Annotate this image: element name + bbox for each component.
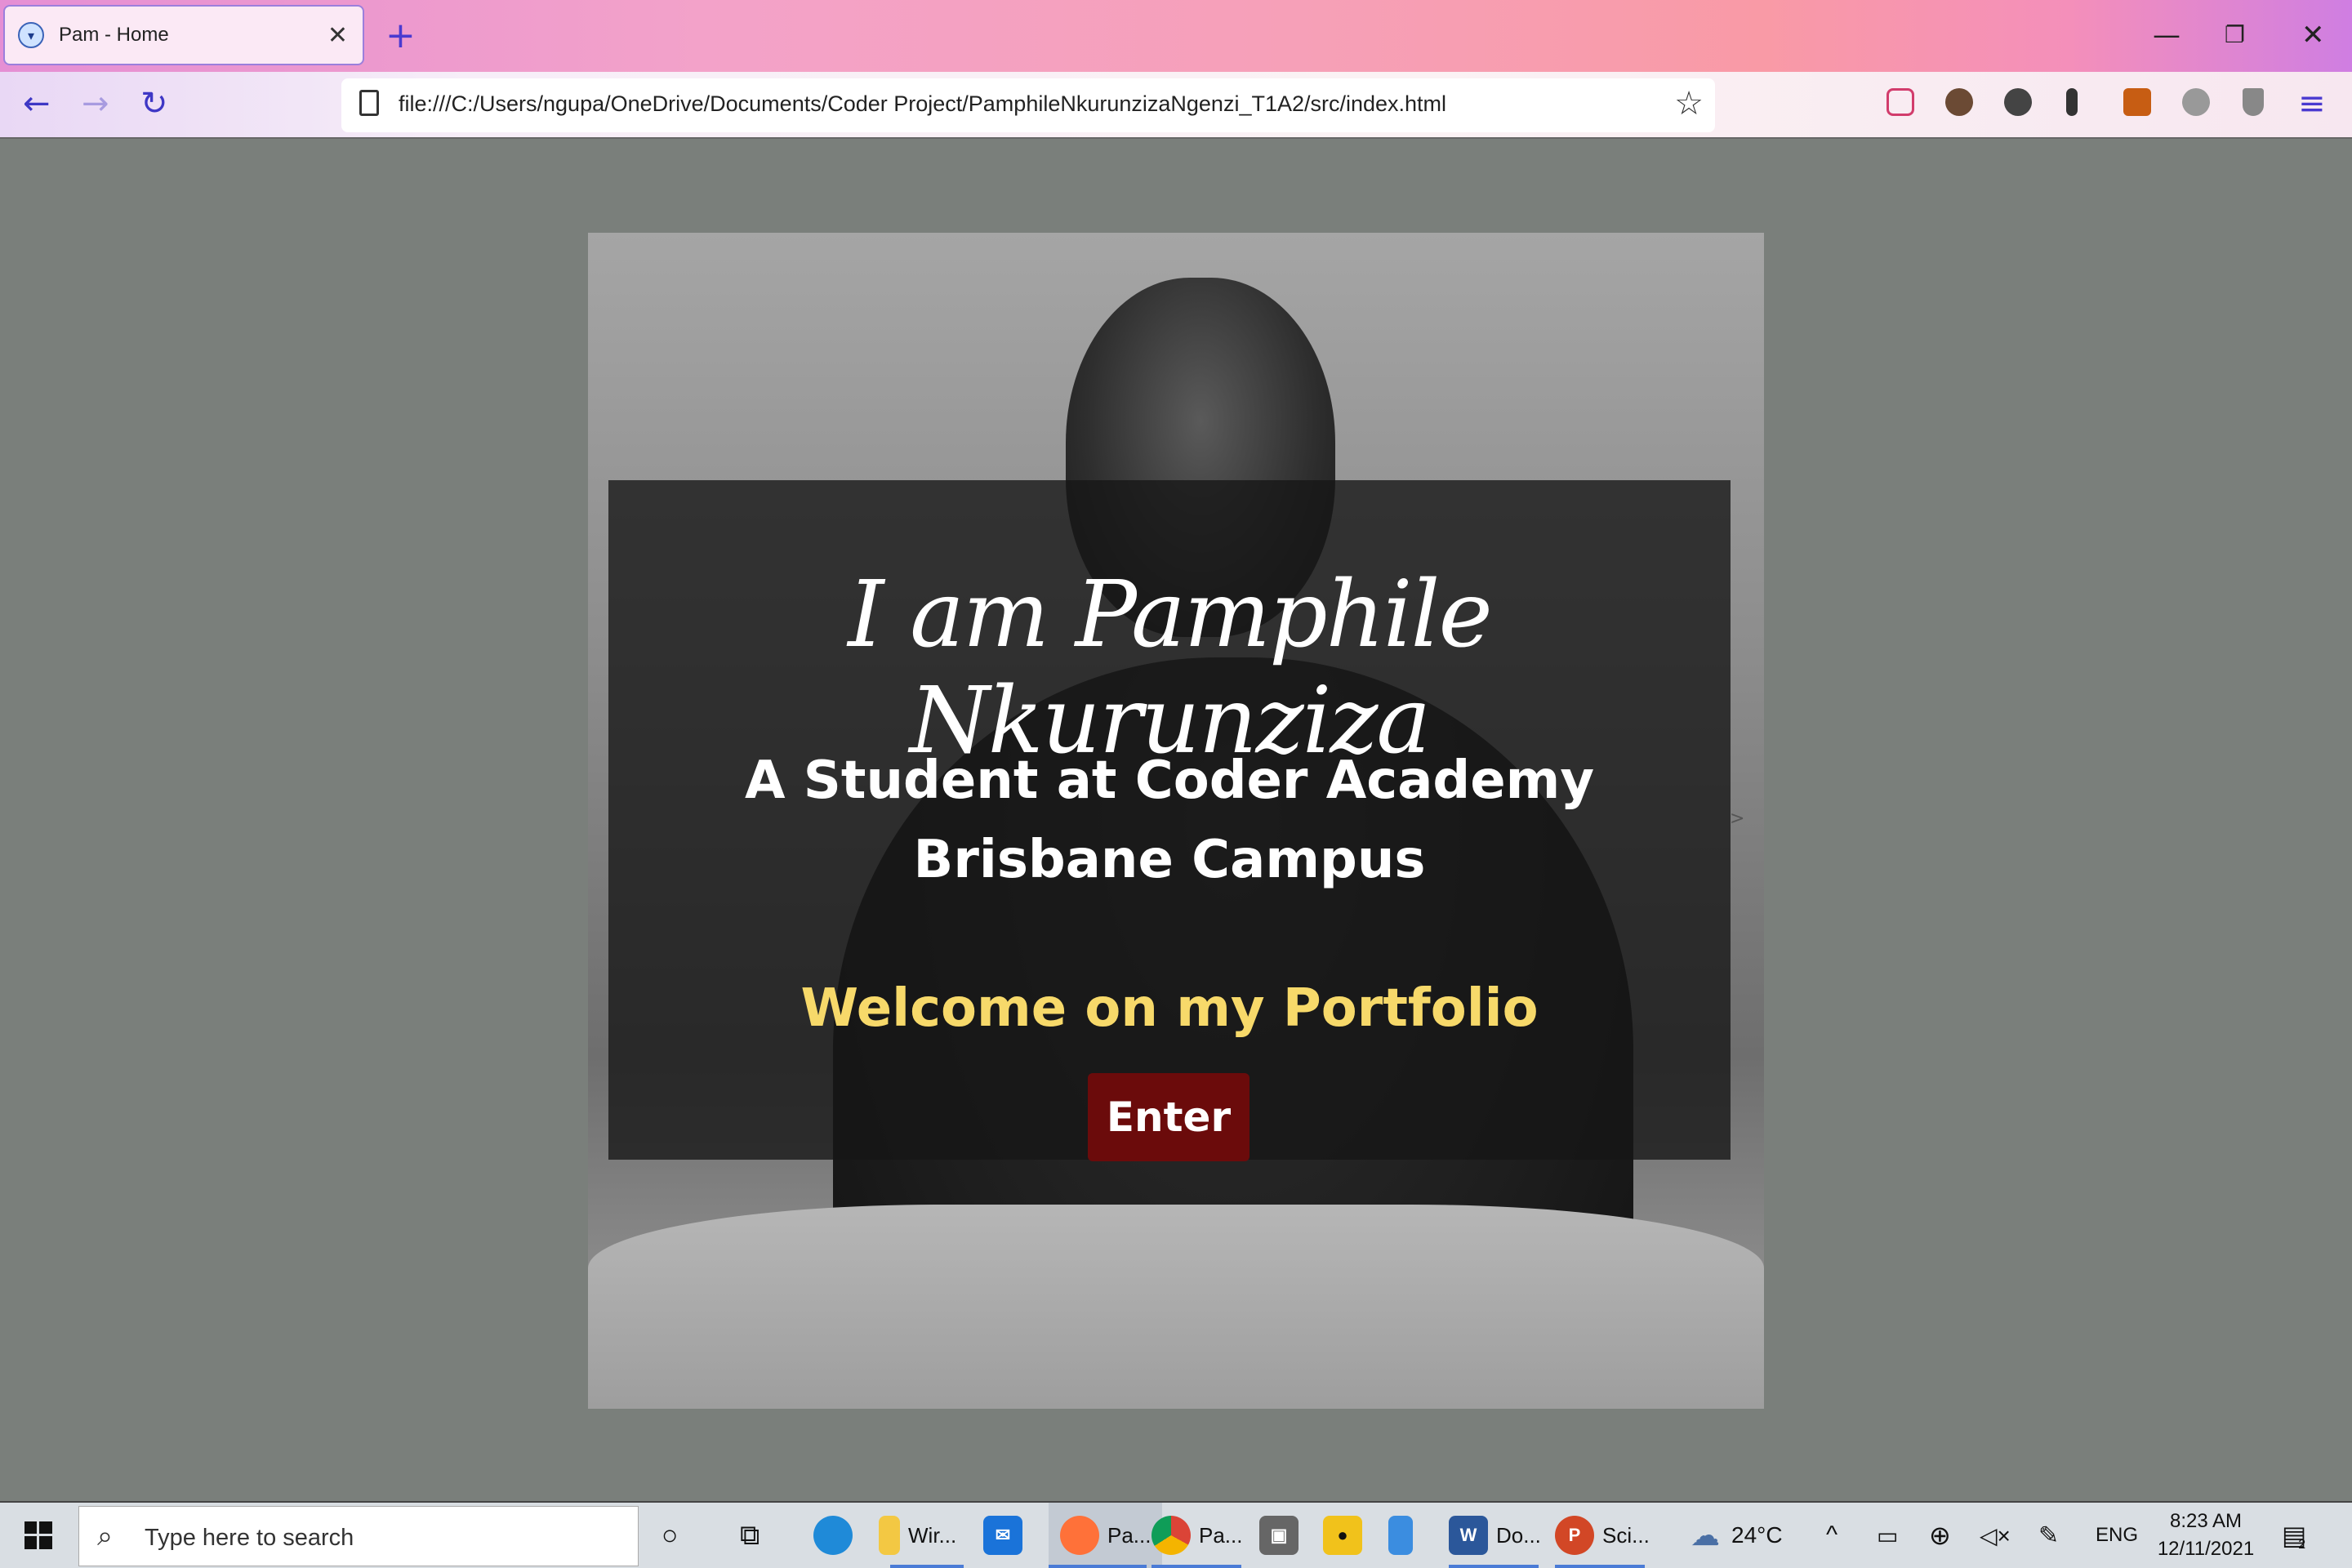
bookmark-star-icon[interactable]: ☆ — [1674, 83, 1704, 124]
chrome-button[interactable]: Pa... — [1152, 1503, 1242, 1568]
stray-character: > — [1730, 808, 1745, 829]
pocket-icon[interactable] — [1886, 88, 1914, 116]
photo-foreground — [588, 1205, 1764, 1409]
active-indicator — [1555, 1565, 1645, 1568]
powerpoint-icon: P — [1555, 1516, 1594, 1555]
close-window-button[interactable]: ✕ — [2301, 15, 2325, 56]
mail-icon[interactable]: ✉ — [983, 1503, 1022, 1568]
language-indicator[interactable]: ENG — [2096, 1503, 2138, 1568]
firefox-label: Pa... — [1107, 1522, 1152, 1548]
firefox-button[interactable]: Pa... — [1049, 1503, 1163, 1568]
windows-logo-icon — [24, 1521, 52, 1549]
notifications-button[interactable]: ▤ 2 — [2282, 1503, 2306, 1568]
clock-time: 8:23 AM — [2169, 1510, 2243, 1532]
word-icon: W — [1449, 1516, 1488, 1555]
search-icon: ⌕ — [97, 1520, 114, 1552]
gear-extension-icon[interactable] — [2182, 88, 2210, 116]
page-viewport: I am Pamphile Nkurunziza A Student at Co… — [0, 139, 2352, 1501]
reload-button[interactable]: ↻ — [140, 83, 168, 124]
active-indicator — [1049, 1565, 1147, 1568]
word-label: Do... — [1496, 1522, 1541, 1548]
powerpoint-label: Sci... — [1602, 1522, 1650, 1548]
firefox-icon — [1060, 1516, 1099, 1555]
clock-date: 12/11/2021 — [2157, 1538, 2255, 1560]
hero-overlay: I am Pamphile Nkurunziza A Student at Co… — [608, 480, 1731, 1161]
search-placeholder: Type here to search — [145, 1525, 354, 1551]
notification-count: 2 — [2298, 1538, 2306, 1552]
tab-pam-home[interactable]: ▾ Pam - Home ✕ — [3, 5, 364, 65]
active-indicator — [890, 1565, 964, 1568]
clock[interactable]: 8:23 AM 12/11/2021 — [2156, 1503, 2256, 1568]
active-indicator — [1449, 1565, 1539, 1568]
tab-favicon-icon: ▾ — [18, 22, 44, 48]
chrome-label: Pa... — [1199, 1522, 1243, 1548]
chevron-up-icon[interactable]: ^ — [1826, 1503, 1838, 1568]
mute-icon[interactable]: ◁× — [1980, 1503, 2011, 1568]
subtitle-line-1: A Student at Coder Academy — [744, 751, 1595, 811]
file-explorer-label: Wir... — [908, 1522, 957, 1548]
dictionary-icon[interactable] — [2123, 88, 2151, 116]
app-menu-button[interactable]: ≡ — [2298, 83, 2326, 124]
active-indicator — [1152, 1565, 1241, 1568]
store-icon[interactable]: ▣ — [1259, 1503, 1298, 1568]
app-yellow-icon[interactable]: ● — [1323, 1503, 1362, 1568]
forward-button[interactable]: → — [82, 83, 109, 124]
subtitle-line-2: Brisbane Campus — [913, 830, 1426, 890]
file-explorer-icon — [879, 1516, 900, 1555]
edge-icon[interactable] — [813, 1503, 853, 1568]
avatar-extension-icon[interactable] — [1945, 88, 1973, 116]
battery-icon[interactable]: ▭ — [1877, 1503, 1898, 1568]
key-icon[interactable] — [2066, 88, 2078, 116]
start-button[interactable] — [24, 1503, 52, 1568]
globe-icon[interactable]: ⊕ — [1929, 1503, 1951, 1568]
new-tab-button[interactable]: + — [385, 13, 416, 59]
url-text[interactable]: file:///C:/Users/ngupa/OneDrive/Document… — [399, 91, 1446, 117]
notepad-icon[interactable] — [1388, 1503, 1413, 1568]
taskbar: ⌕ Type here to search ○ ⧉ Wir... ✉ Pa...… — [0, 1501, 2352, 1568]
extension-icon[interactable] — [2004, 88, 2032, 116]
cloud-rain-icon: ☁ — [1690, 1518, 1720, 1552]
title-bar: ▾ Pam - Home ✕ + — ❐ ✕ — [0, 0, 2352, 72]
pen-icon[interactable]: ✎ — [2038, 1503, 2059, 1568]
file-explorer-button[interactable]: Wir... — [879, 1503, 956, 1568]
weather-widget[interactable]: ☁ 24°C — [1690, 1503, 1783, 1568]
powerpoint-button[interactable]: P Sci... — [1555, 1503, 1650, 1568]
cortana-icon[interactable]: ○ — [662, 1503, 679, 1568]
url-bar[interactable]: file:///C:/Users/ngupa/OneDrive/Document… — [341, 78, 1715, 132]
tab-title: Pam - Home — [59, 24, 169, 46]
word-button[interactable]: W Do... — [1449, 1503, 1541, 1568]
tab-close-icon[interactable]: ✕ — [327, 20, 348, 52]
back-button[interactable]: ← — [23, 83, 51, 124]
taskbar-search-box[interactable]: ⌕ Type here to search — [78, 1506, 639, 1566]
hero-subtitle: A Student at Coder Academy Brisbane Camp… — [608, 742, 1731, 900]
shield-icon[interactable] — [2243, 88, 2264, 116]
task-view-icon[interactable]: ⧉ — [740, 1503, 760, 1568]
restore-button[interactable]: ❐ — [2225, 15, 2245, 56]
enter-button[interactable]: Enter — [1088, 1073, 1250, 1161]
minimize-button[interactable]: — — [2153, 15, 2180, 56]
chrome-icon — [1152, 1516, 1191, 1555]
weather-temp: 24°C — [1731, 1522, 1783, 1548]
welcome-text: Welcome on my Portfolio — [800, 978, 1539, 1039]
page-icon — [359, 90, 379, 116]
